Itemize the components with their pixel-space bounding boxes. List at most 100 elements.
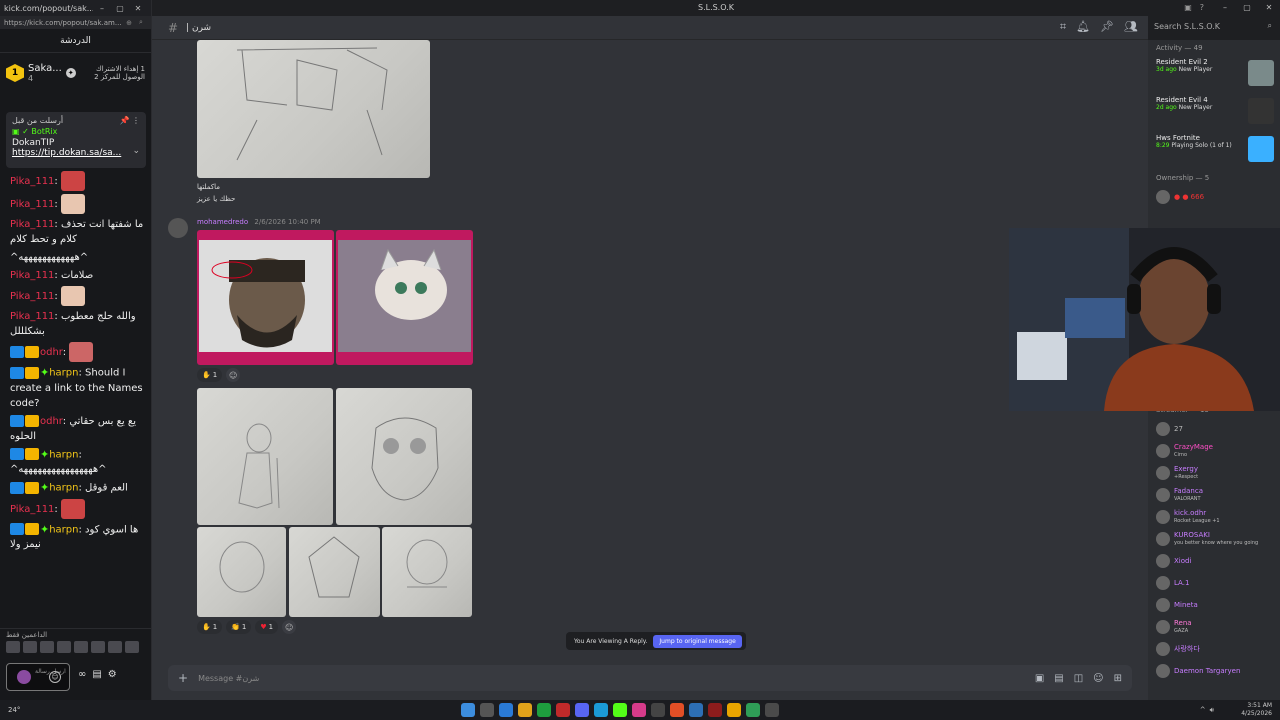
kick-address-bar[interactable]: https://kick.com/popout/sak.am... ⊕ ⌕ (0, 16, 151, 29)
app-icon[interactable] (612, 703, 627, 717)
chat-username[interactable]: harpn (49, 449, 78, 460)
chevron-down-icon[interactable]: ⌄ (132, 146, 140, 156)
avatar[interactable] (168, 218, 188, 238)
threads-icon[interactable]: ⌗ (1060, 20, 1066, 34)
chat-username[interactable]: Pika_111 (10, 504, 54, 515)
author-name[interactable]: mohamedredo (197, 218, 248, 226)
translate-icon[interactable]: ⊕ (123, 19, 135, 27)
close-icon[interactable]: ✕ (1258, 0, 1280, 16)
app-icon[interactable] (498, 703, 513, 717)
chat-username[interactable]: harpn (49, 483, 78, 494)
close-icon[interactable]: ✕ (129, 4, 147, 13)
chat-username[interactable]: odhr (40, 347, 63, 358)
clock[interactable]: 3:51 AM 4/25/2026 (1220, 702, 1280, 718)
sticker-icon[interactable]: ◫ (1074, 673, 1083, 684)
add-attachment-icon[interactable]: + (178, 671, 188, 685)
gif-icon[interactable]: ▤ (1054, 673, 1063, 684)
gift-icon[interactable]: ▣ (1035, 673, 1044, 684)
attachment-image[interactable] (336, 230, 473, 365)
app-icon[interactable] (726, 703, 741, 717)
emoji-icon[interactable]: ☺ (1093, 673, 1103, 684)
search-input[interactable]: Search S.L.S.O.K ⌕ (1148, 16, 1280, 40)
chat-username[interactable]: odhr (40, 416, 63, 427)
member-item[interactable]: ● ● 666 (1148, 186, 1280, 208)
start-icon[interactable] (460, 703, 475, 717)
add-reaction-icon[interactable]: ☺ (226, 368, 241, 382)
reaction-button[interactable]: ✋ 1 (197, 368, 223, 382)
app-icon[interactable] (764, 703, 779, 717)
member-item[interactable]: Xiodi (1148, 550, 1280, 572)
chat-input[interactable]: ارسل رسالة ☺ (6, 663, 70, 691)
member-item[interactable]: Rena GAZA (1148, 616, 1280, 638)
app-icon[interactable] (555, 703, 570, 717)
app-icon[interactable] (593, 703, 608, 717)
pin-icon[interactable]: 📌 ⋮ (119, 116, 140, 125)
member-item[interactable]: Exergy +Respect (1148, 462, 1280, 484)
inbox-icon[interactable]: ▣ (1184, 0, 1192, 16)
emote-row[interactable] (0, 641, 151, 655)
attachment-image[interactable] (289, 527, 380, 617)
zoom-icon[interactable]: ⌕ (135, 18, 147, 27)
maximize-icon[interactable]: ▢ (111, 4, 129, 13)
search-icon[interactable] (479, 703, 494, 717)
members-icon[interactable]: 👥︎ (1124, 20, 1138, 34)
member-item[interactable]: Fadanca VALORANT (1148, 484, 1280, 506)
member-item[interactable]: kick.odhr Rocket League +1 (1148, 506, 1280, 528)
weather-widget[interactable]: 24° (0, 706, 40, 714)
gift-leaderboard[interactable]: 1 Saka... 4 ✦ 1 إهداء الاشتراك الوصول لل… (0, 53, 151, 93)
reaction-button[interactable]: ✋ 1 (197, 620, 223, 634)
activity-item[interactable]: Resident Evil 4 2d ago New Player (1148, 94, 1280, 132)
app-icon[interactable] (707, 703, 722, 717)
chat-username[interactable]: Pika_111 (10, 270, 54, 281)
member-item[interactable]: LA.1 (1148, 572, 1280, 594)
pin-icon[interactable]: 📌︎ (1100, 20, 1114, 34)
attachment-image[interactable] (382, 527, 472, 617)
attachment-image[interactable] (197, 527, 286, 617)
attachment-image[interactable] (197, 40, 430, 178)
member-item[interactable]: CrazyMage Cirno (1148, 440, 1280, 462)
attachment-image[interactable] (336, 388, 472, 525)
bell-icon[interactable]: 🔔︎ (1076, 20, 1090, 34)
gift-icon[interactable]: ▤ (92, 669, 101, 680)
app-icon[interactable] (536, 703, 551, 717)
app-icon[interactable] (574, 703, 589, 717)
apps-icon[interactable]: ⊞ (1114, 673, 1122, 684)
gear-icon[interactable]: ⚙ (108, 669, 117, 680)
member-item[interactable]: 27 (1148, 418, 1280, 440)
attachment-image[interactable] (197, 230, 334, 365)
minimize-icon[interactable]: – (1214, 0, 1236, 16)
emoji-icon[interactable]: ☺ (49, 671, 61, 683)
system-tray[interactable]: ^ 🔊︎ (1200, 706, 1220, 715)
message-input[interactable]: + Message #شرن ▣ ▤ ◫ ☺ ⊞ (168, 665, 1132, 691)
chat-username[interactable]: Pika_111 (10, 311, 54, 322)
link-icon[interactable]: ∞ (78, 669, 86, 680)
chat-username[interactable]: Pika_111 (10, 176, 54, 187)
chat-username[interactable]: harpn (49, 524, 78, 535)
add-reaction-icon[interactable]: ☺ (282, 620, 297, 634)
attachment-image[interactable] (197, 388, 333, 525)
activity-item[interactable]: Hws Fortnite 8:29 Playing Solo (1 of 1) (1148, 132, 1280, 170)
help-icon[interactable]: ? (1200, 0, 1204, 16)
member-item[interactable]: 사랑하다 (1148, 638, 1280, 660)
app-icon[interactable] (650, 703, 665, 717)
maximize-icon[interactable]: ▢ (1236, 0, 1258, 16)
reaction-button[interactable]: 👏 1 (226, 620, 252, 634)
chat-username[interactable]: Pika_111 (10, 291, 54, 302)
member-item[interactable]: Daemon Targaryen (1148, 660, 1280, 682)
app-icon[interactable] (688, 703, 703, 717)
app-icon[interactable] (517, 703, 532, 717)
member-item[interactable]: Mineta (1148, 594, 1280, 616)
app-icon[interactable] (745, 703, 760, 717)
reaction-button[interactable]: ♥ 1 (255, 620, 279, 634)
app-icon[interactable] (669, 703, 684, 717)
chat-username[interactable]: harpn (49, 368, 78, 379)
pinned-message[interactable]: أرسلت من قبل 📌 ⋮ ▣ ✓ BotRix DokanTIP http… (6, 112, 146, 168)
member-item[interactable]: KUROSAKI you better know where you going (1148, 528, 1280, 550)
jump-to-original-button[interactable]: Jump to original message (653, 634, 742, 648)
chat-username[interactable]: Pika_111 (10, 199, 54, 210)
app-icon[interactable] (631, 703, 646, 717)
minimize-icon[interactable]: – (93, 4, 111, 13)
pinned-link[interactable]: https://tip.dokan.sa/sa... (12, 148, 140, 158)
activity-item[interactable]: Resident Evil 2 3d ago New Player (1148, 56, 1280, 94)
chat-username[interactable]: Pika_111 (10, 219, 54, 230)
